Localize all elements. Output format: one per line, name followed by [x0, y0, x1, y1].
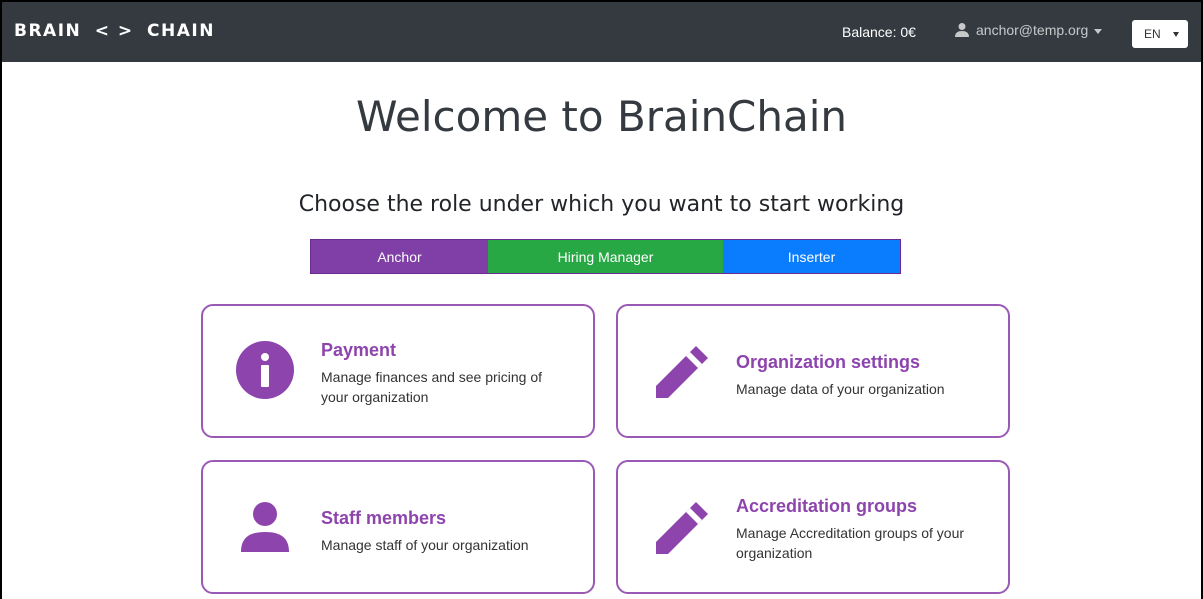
language-value: EN — [1144, 27, 1161, 41]
brand-separator: < > — [94, 21, 134, 41]
user-email: anchor@temp.org — [976, 22, 1089, 38]
balance-display: Balance: 0€ — [842, 24, 916, 40]
role-hiring-manager-button[interactable]: Hiring Manager — [488, 240, 723, 273]
pencil-icon — [656, 346, 708, 398]
top-navbar: Brain < > Chain Balance: 0€ anchor@temp.… — [2, 2, 1201, 62]
info-icon — [236, 341, 294, 399]
card-title: Payment — [321, 340, 397, 360]
chevron-down-icon — [1094, 28, 1103, 34]
role-button-group: Anchor Hiring Manager Inserter — [310, 239, 901, 274]
payment-card[interactable]: Payment Manage finances and see pricing … — [201, 304, 595, 438]
role-prompt: Choose the role under which you want to … — [298, 192, 905, 217]
user-menu[interactable]: anchor@temp.org — [954, 22, 1103, 38]
card-description: Manage staff of your organization — [321, 537, 529, 553]
accreditation-groups-card[interactable]: Accreditation groups Manage Accreditatio… — [616, 460, 1010, 594]
card-title: Organization settings — [736, 352, 921, 372]
staff-members-card[interactable]: Staff members Manage staff of your organ… — [201, 460, 595, 594]
role-inserter-button[interactable]: Inserter — [723, 240, 900, 273]
card-description: Manage finances and see pricing of your … — [321, 369, 543, 405]
pencil-icon — [656, 502, 708, 554]
organization-settings-card[interactable]: Organization settings Manage data of you… — [616, 304, 1010, 438]
role-anchor-button[interactable]: Anchor — [311, 240, 488, 273]
brand-part2: Chain — [147, 21, 215, 41]
page-title: Welcome to BrainChain — [355, 92, 848, 141]
card-description: Manage data of your organization — [736, 381, 945, 397]
card-title: Accreditation groups — [736, 496, 918, 516]
language-select[interactable]: EN — [1132, 20, 1188, 48]
user-icon — [955, 23, 969, 37]
brand-part1: Brain — [14, 21, 82, 41]
card-description: Manage Accreditation groups of your orga… — [736, 525, 965, 561]
user-icon — [241, 502, 289, 552]
brand-logo[interactable]: Brain < > Chain — [14, 21, 215, 41]
dropdown-arrow-icon — [1173, 32, 1179, 37]
app-window: Brain < > Chain Balance: 0€ anchor@temp.… — [0, 0, 1203, 599]
card-title: Staff members — [321, 508, 447, 528]
